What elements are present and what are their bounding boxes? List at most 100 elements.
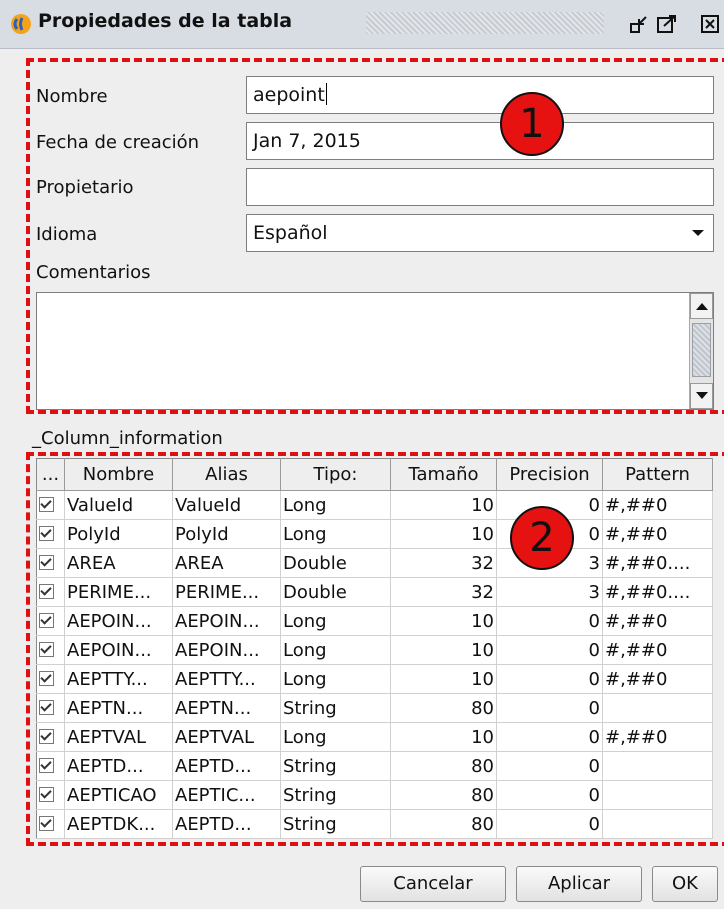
cell-tamano[interactable]: 10 [390,519,497,549]
row-checkbox[interactable] [39,525,54,541]
row-checkbox[interactable] [39,757,54,773]
cell-tipo[interactable]: String [280,751,391,781]
cell-nombre[interactable]: AEPTTY... [64,664,173,694]
cell-pattern[interactable] [602,693,713,723]
cell-tipo[interactable]: Double [280,577,391,607]
row-checkbox[interactable] [39,815,54,831]
cell-tamano[interactable]: 32 [390,548,497,578]
row-checkbox[interactable] [39,699,54,715]
cell-tamano[interactable]: 10 [390,722,497,752]
cell-precision[interactable]: 0 [496,606,603,636]
header-tipo[interactable]: Tipo: [280,458,391,491]
cell-tipo[interactable]: Long [280,722,391,752]
cell-precision[interactable]: 0 [496,635,603,665]
cell-pattern[interactable]: #,##0.... [602,548,713,578]
row-checkbox-cell[interactable] [36,519,65,549]
cell-nombre[interactable]: AEPOIN... [64,635,173,665]
cell-alias[interactable]: AEPOIN... [172,606,281,636]
cell-alias[interactable]: PERIME... [172,577,281,607]
comentarios-textarea[interactable] [36,292,714,410]
cell-precision[interactable]: 0 [496,751,603,781]
cell-tamano[interactable]: 10 [390,635,497,665]
cancel-button[interactable]: Cancelar [360,866,506,902]
ok-button[interactable]: OK [652,866,718,902]
cell-pattern[interactable]: #,##0 [602,664,713,694]
row-checkbox[interactable] [39,670,54,686]
row-checkbox-cell[interactable] [36,664,65,694]
row-checkbox-cell[interactable] [36,809,65,839]
cell-tipo[interactable]: String [280,780,391,810]
comentarios-scrollbar[interactable] [689,293,713,409]
cell-nombre[interactable]: AEPOIN... [64,606,173,636]
cell-alias[interactable]: AEPTD... [172,751,281,781]
scroll-thumb[interactable] [692,323,711,377]
row-checkbox-cell[interactable] [36,577,65,607]
row-checkbox-cell[interactable] [36,606,65,636]
header-precision[interactable]: Precision [496,458,603,491]
row-checkbox-cell[interactable] [36,693,65,723]
maximize-window-icon[interactable] [656,13,678,35]
cell-pattern[interactable]: #,##0 [602,606,713,636]
row-checkbox-cell[interactable] [36,548,65,578]
cell-nombre[interactable]: AEPTN... [64,693,173,723]
cell-tipo[interactable]: String [280,809,391,839]
cell-tamano[interactable]: 10 [390,490,497,520]
cell-alias[interactable]: AEPTD... [172,809,281,839]
cell-nombre[interactable]: PERIME... [64,577,173,607]
cell-tipo[interactable]: Long [280,490,391,520]
cell-pattern[interactable]: #,##0 [602,490,713,520]
cell-alias[interactable]: AEPOIN... [172,635,281,665]
row-checkbox[interactable] [39,728,54,744]
cell-pattern[interactable] [602,809,713,839]
row-checkbox[interactable] [39,496,54,512]
header-select[interactable]: ... [36,458,65,491]
table-row[interactable]: ValueId ValueId Long 10 0 #,##0 [36,490,713,520]
header-pattern[interactable]: Pattern [602,458,713,491]
table-row[interactable]: AEPOIN... AEPOIN... Long 10 0 #,##0 [36,606,713,636]
cell-nombre[interactable]: AEPTICAO [64,780,173,810]
header-alias[interactable]: Alias [172,458,281,491]
cell-nombre[interactable]: AEPTDK... [64,809,173,839]
scroll-down-button[interactable] [690,383,713,409]
close-window-icon[interactable] [700,13,722,35]
table-row[interactable]: AEPTICAO AEPTIC... String 80 0 [36,780,713,810]
cell-tipo[interactable]: Long [280,635,391,665]
header-nombre[interactable]: Nombre [64,458,173,491]
table-row[interactable]: PERIME... PERIME... Double 32 3 #,##0...… [36,577,713,607]
cell-alias[interactable]: AEPTIC... [172,780,281,810]
cell-tamano[interactable]: 80 [390,751,497,781]
table-row[interactable]: AEPTN... AEPTN... String 80 0 [36,693,713,723]
row-checkbox[interactable] [39,554,54,570]
cell-tipo[interactable]: Long [280,606,391,636]
row-checkbox-cell[interactable] [36,780,65,810]
cell-pattern[interactable] [602,751,713,781]
cell-tamano[interactable]: 80 [390,809,497,839]
cell-nombre[interactable]: ValueId [64,490,173,520]
cell-pattern[interactable]: #,##0.... [602,577,713,607]
cell-tamano[interactable]: 10 [390,664,497,694]
cell-tipo[interactable]: String [280,693,391,723]
cell-precision[interactable]: 3 [496,577,603,607]
cell-precision[interactable]: 0 [496,809,603,839]
cell-alias[interactable]: ValueId [172,490,281,520]
cell-pattern[interactable]: #,##0 [602,722,713,752]
row-checkbox-cell[interactable] [36,635,65,665]
cell-tipo[interactable]: Double [280,548,391,578]
cell-nombre[interactable]: AEPTVAL [64,722,173,752]
header-tamano[interactable]: Tamaño [390,458,497,491]
idioma-select[interactable]: Español [246,214,714,252]
cell-precision[interactable]: 0 [496,780,603,810]
cell-nombre[interactable]: PolyId [64,519,173,549]
cell-alias[interactable]: AREA [172,548,281,578]
row-checkbox[interactable] [39,786,54,802]
table-row[interactable]: AREA AREA Double 32 3 #,##0.... [36,548,713,578]
restore-window-icon[interactable] [628,13,650,35]
table-row[interactable]: PolyId PolyId Long 10 0 #,##0 [36,519,713,549]
nombre-input[interactable]: aepoint [246,76,714,114]
row-checkbox-cell[interactable] [36,751,65,781]
cell-tamano[interactable]: 32 [390,577,497,607]
cell-tipo[interactable]: Long [280,664,391,694]
table-row[interactable]: AEPOIN... AEPOIN... Long 10 0 #,##0 [36,635,713,665]
cell-tipo[interactable]: Long [280,519,391,549]
cell-tamano[interactable]: 10 [390,606,497,636]
